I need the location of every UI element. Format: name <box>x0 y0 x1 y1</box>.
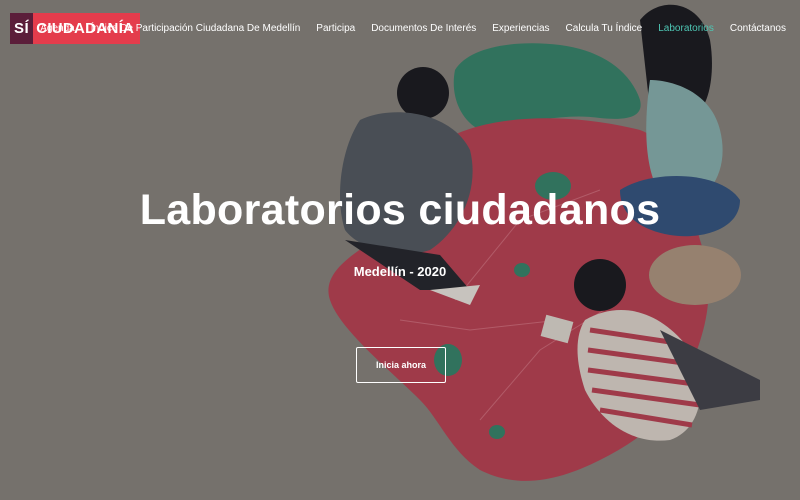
nav-item-participa[interactable]: Participa <box>316 23 355 34</box>
hero-section: SÍ CIUDADANÍA Agenda Índice De Participa… <box>0 0 800 500</box>
hero-overlay <box>0 0 800 500</box>
nav-item-calcula[interactable]: Calcula Tu Índice <box>566 23 643 34</box>
top-navbar: SÍ CIUDADANÍA Agenda Índice De Participa… <box>0 0 800 58</box>
hero-subtitle: Medellín - 2020 <box>353 264 447 279</box>
nav-item-experiencias[interactable]: Experiencias <box>492 23 549 34</box>
nav-item-laboratorios[interactable]: Laboratorios <box>658 23 714 34</box>
start-now-button[interactable]: Inicia ahora <box>356 347 446 383</box>
nav-item-agenda[interactable]: Agenda <box>40 23 74 34</box>
logo-si: SÍ <box>10 13 34 44</box>
nav-item-indice[interactable]: Índice De Participación Ciudadana De Med… <box>91 23 301 34</box>
nav-item-documentos[interactable]: Documentos De Interés <box>371 23 476 34</box>
hero-illustration <box>0 0 800 500</box>
nav-item-contactanos[interactable]: Contáctanos <box>730 23 786 34</box>
hero-title: Laboratorios ciudadanos <box>139 186 661 234</box>
nav-menu: Agenda Índice De Participación Ciudadana… <box>40 23 786 34</box>
